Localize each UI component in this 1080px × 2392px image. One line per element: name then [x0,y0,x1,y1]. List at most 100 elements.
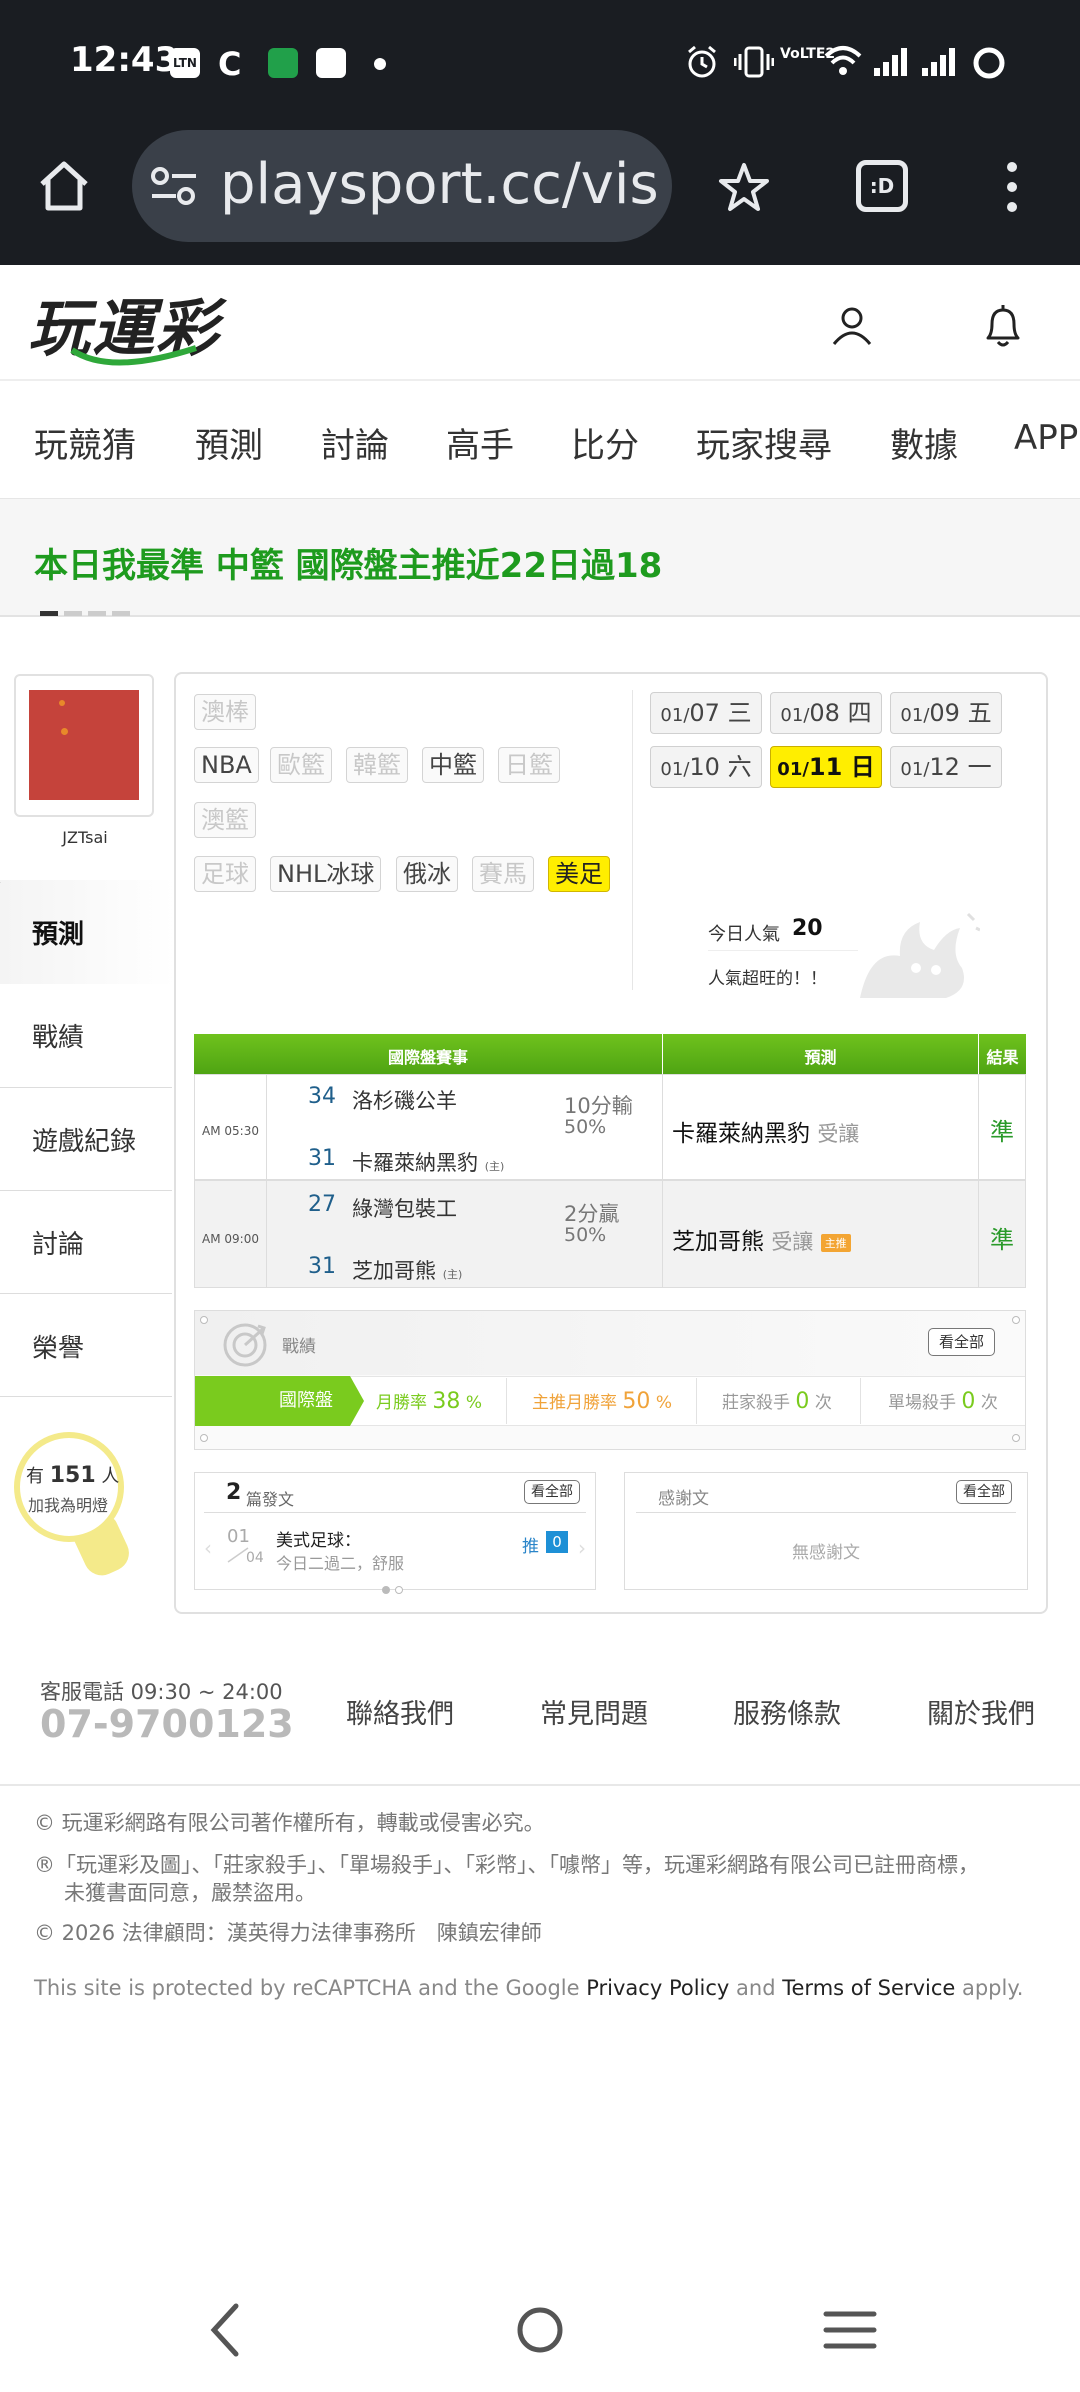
carousel-dot[interactable] [64,611,82,616]
sport-tag[interactable]: NBA [194,747,259,783]
nav-item-discuss[interactable]: 討論 [321,418,389,467]
legal-counsel: © 2026 法律顧問：漢英得力法律事務所 陳鎮宏律師 [34,1921,542,1945]
nav-item-scores[interactable]: 比分 [571,418,639,467]
pager-dot[interactable] [395,1586,403,1594]
record-title: 戰績 [282,1337,316,1357]
battery-icon [973,47,1005,79]
sport-tag[interactable]: NHL冰球 [270,856,382,892]
sport-tag: 澳籃 [194,802,256,838]
carousel-dot[interactable] [88,611,106,616]
record-tab-international[interactable]: 國際盤 [195,1376,350,1426]
c-app-icon: C [218,45,242,83]
sport-tag-selected[interactable]: 美足 [548,856,610,892]
push-count: 0 [546,1531,568,1553]
prediction-pick: 芝加哥熊 受讓 主推 [672,1222,851,1256]
sidebar-item-label: 戰績 [32,1023,85,1053]
avatar[interactable] [29,690,139,800]
sidebar-item-discuss[interactable] [0,1191,172,1294]
popularity-note: 人氣超旺的！！ [708,969,827,989]
more-options-icon[interactable] [1000,160,1024,214]
sidebar-item-record[interactable] [0,985,172,1088]
handicap-pct: 50% [564,1116,607,1138]
nav-item-app[interactable]: APP [1014,418,1078,458]
column-header: 國際盤賽事 [387,1048,468,1067]
result-mark: 準 [990,1226,1014,1254]
sport-tag: 歐籃 [270,747,332,783]
footer-divider [0,1784,1080,1786]
column-header: 結果 [986,1048,1019,1067]
user-icon[interactable] [830,304,874,348]
sport-tag: 澳棒 [194,694,256,730]
date-button[interactable]: 01/10 六 [650,746,762,788]
footer-link-contact[interactable]: 聯絡我們 [346,1692,454,1731]
site-settings-icon[interactable] [150,166,198,206]
home-icon[interactable] [36,158,92,214]
home-score: 31 [308,1146,336,1171]
sidebar-item-label: 遊戲紀錄 [32,1127,137,1157]
vibrate-icon [734,46,774,78]
nav-item-experts[interactable]: 高手 [446,418,514,467]
post-date-month: 01 [227,1526,250,1547]
terms-of-service-link[interactable]: Terms of Service [782,1976,955,2000]
footer-link-faq[interactable]: 常見問題 [540,1692,648,1731]
sport-tag: 足球 [194,856,256,892]
legal-trademark: ®「玩運彩及圖」、「莊家殺手」、「單場殺手」、「彩幣」、「噱幣」等，玩運彩網路有… [34,1853,979,1877]
follow-lamp-text[interactable]: 加我為明燈 [28,1492,108,1516]
nav-item-player-search[interactable]: 玩家搜尋 [696,418,832,467]
nav-item-guess[interactable]: 玩競猜 [34,418,136,467]
chevron-right-icon[interactable]: › [578,1536,586,1560]
date-button[interactable]: 01/07 三 [650,692,762,734]
sport-tag[interactable]: 中籃 [422,747,484,783]
chevron-left-icon[interactable]: ‹ [204,1536,212,1560]
carousel-dot-active[interactable] [40,611,58,616]
sidebar-item-predict[interactable] [0,880,176,984]
stat-main-pick-win-rate: 主推月勝率 50 % [532,1389,672,1414]
sidebar-item-label: 榮譽 [32,1334,85,1364]
stat-single-game-killer: 單場殺手 0 次 [888,1389,998,1414]
privacy-policy-link[interactable]: Privacy Policy [586,1976,729,2000]
banner-text[interactable]: 本日我最準 中籃 國際盤主推近22日過18 [34,538,662,587]
sport-tag: 賽馬 [472,856,534,892]
wallet-icon [268,48,298,78]
post-subtitle[interactable]: 今日二過二，舒服 [276,1550,404,1574]
game-time: AM 09:00 [202,1232,259,1246]
thanks-view-all-button[interactable]: 看全部 [956,1480,1012,1504]
bell-icon[interactable] [982,302,1024,350]
no-thanks-text: 無感謝文 [792,1543,860,1563]
carousel-dot[interactable] [112,611,130,616]
status-time: 12:43 [70,40,179,80]
back-icon[interactable] [206,2300,246,2360]
popularity-value: 20 [792,916,823,941]
sidebar-item-honor[interactable] [0,1294,172,1397]
handicap-pct: 50% [564,1224,607,1246]
post-title[interactable]: 美式足球： [276,1526,361,1551]
main-pick-badge: 主推 [820,1233,851,1252]
shopping-bag-icon [316,48,346,78]
date-button[interactable]: 01/09 五 [890,692,1002,734]
volte-icon: VoLTE2 [780,46,836,62]
away-team: 綠灣包裝工 [352,1197,457,1221]
bookmark-star-icon[interactable] [718,162,770,212]
footer-link-about[interactable]: 關於我們 [927,1692,1035,1731]
record-view-all-button[interactable]: 看全部 [928,1328,996,1356]
divider [632,690,633,990]
footer-link-terms[interactable]: 服務條款 [733,1692,841,1731]
date-button[interactable]: 01/12 一 [890,746,1002,788]
away-score: 34 [308,1084,336,1109]
sport-tag[interactable]: 俄冰 [396,856,458,892]
date-button[interactable]: 01/08 四 [770,692,882,734]
recaptcha-notice: This site is protected by reCAPTCHA and … [34,1976,1024,2000]
nav-item-predict[interactable]: 預測 [195,418,263,467]
date-button-selected[interactable]: 01/11 日 [770,746,882,788]
url-text[interactable]: playsport.cc/visit [220,152,660,217]
logo-swoosh-icon [70,345,197,366]
pager-dot-active[interactable] [382,1586,390,1594]
push-label: 推 [522,1537,539,1557]
tab-switcher-button[interactable]: :D [856,160,908,212]
service-phone[interactable]: 07-9700123 [40,1702,294,1746]
posts-view-all-button[interactable]: 看全部 [524,1480,580,1504]
home-circle-icon[interactable] [514,2300,566,2360]
recents-icon[interactable] [822,2300,878,2360]
nav-item-data[interactable]: 數據 [890,418,958,467]
result-mark: 準 [990,1118,1014,1146]
